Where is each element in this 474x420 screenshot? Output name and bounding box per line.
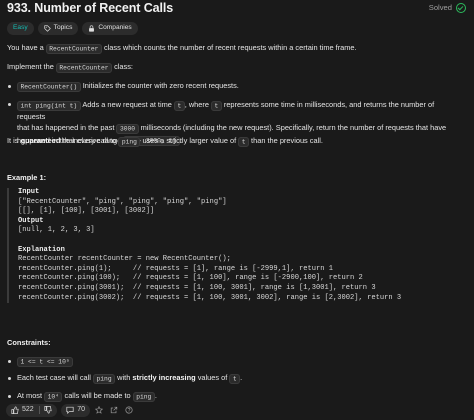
tag-icon: [44, 25, 51, 32]
difficulty-badge[interactable]: Easy: [7, 22, 34, 35]
list-item: RecentCounter() Initializes the counter …: [7, 81, 239, 92]
implement-paragraph: Implement the RecentCounter class:: [7, 62, 133, 73]
topics-label: Topics: [53, 24, 73, 32]
solved-status: Solved: [428, 3, 466, 14]
inline-code: int ping(int t): [17, 100, 81, 111]
example-title: Example 1:: [7, 173, 47, 182]
intro-paragraph: You have a RecentCounter class which cou…: [7, 43, 357, 54]
output-label: Output: [18, 216, 44, 225]
footer-toolbar: 522 70: [0, 400, 474, 420]
comments-button[interactable]: 70: [61, 403, 90, 417]
help-icon[interactable]: [124, 405, 135, 416]
explanation-label: Explanation: [18, 245, 65, 254]
inline-code: RecentCounter(): [17, 81, 81, 92]
star-icon[interactable]: [94, 405, 105, 416]
tag-row: Easy Topics Companies: [7, 22, 138, 35]
comment-icon: [66, 406, 74, 414]
divider: [38, 406, 40, 414]
explanation-line: RecentCounter recentCounter = new Recent…: [18, 255, 231, 264]
share-icon[interactable]: [109, 405, 120, 416]
comment-count: 70: [77, 406, 85, 414]
check-circle-icon: [456, 3, 466, 14]
lock-icon: [89, 25, 95, 32]
list-item: 1 <= t <= 10⁹: [7, 356, 74, 367]
explanation-line: recentCounter.ping(100); // requests = […: [18, 274, 363, 283]
inline-code: RecentCounter: [45, 43, 102, 54]
thumbs-up-icon: [11, 406, 19, 414]
input-label: Input: [18, 188, 40, 196]
explanation-line: recentCounter.ping(3002); // requests = …: [18, 293, 402, 302]
title-row: 933. Number of Recent Calls Solved: [7, 0, 466, 16]
guarantee-paragraph: It is guaranteed that every call to ping…: [7, 136, 323, 147]
like-count: 522: [22, 406, 34, 414]
list-item: Each test case will call ping with stric…: [7, 373, 242, 384]
companies-label: Companies: [98, 24, 132, 32]
explanation-line: recentCounter.ping(3001); // requests = …: [18, 283, 376, 292]
like-button[interactable]: 522: [6, 403, 58, 417]
example-code-block: Input ["RecentCounter", "ping", "ping", …: [7, 188, 422, 304]
explanation-line: recentCounter.ping(1); // requests = [1]…: [18, 264, 334, 273]
inline-code: RecentCounter: [55, 62, 113, 73]
input-line: ["RecentCounter", "ping", "ping", "ping"…: [18, 197, 227, 206]
thumbs-down-icon[interactable]: [44, 406, 52, 414]
topics-tag[interactable]: Topics: [37, 22, 79, 35]
solved-label: Solved: [428, 3, 452, 12]
constraints-title: Constraints:: [7, 338, 51, 347]
companies-tag[interactable]: Companies: [82, 22, 138, 35]
output-line: [null, 1, 2, 3, 3]: [18, 226, 95, 235]
problem-title[interactable]: 933. Number of Recent Calls: [7, 0, 173, 17]
input-line: [[], [1], [100], [3001], [3002]]: [18, 207, 155, 216]
